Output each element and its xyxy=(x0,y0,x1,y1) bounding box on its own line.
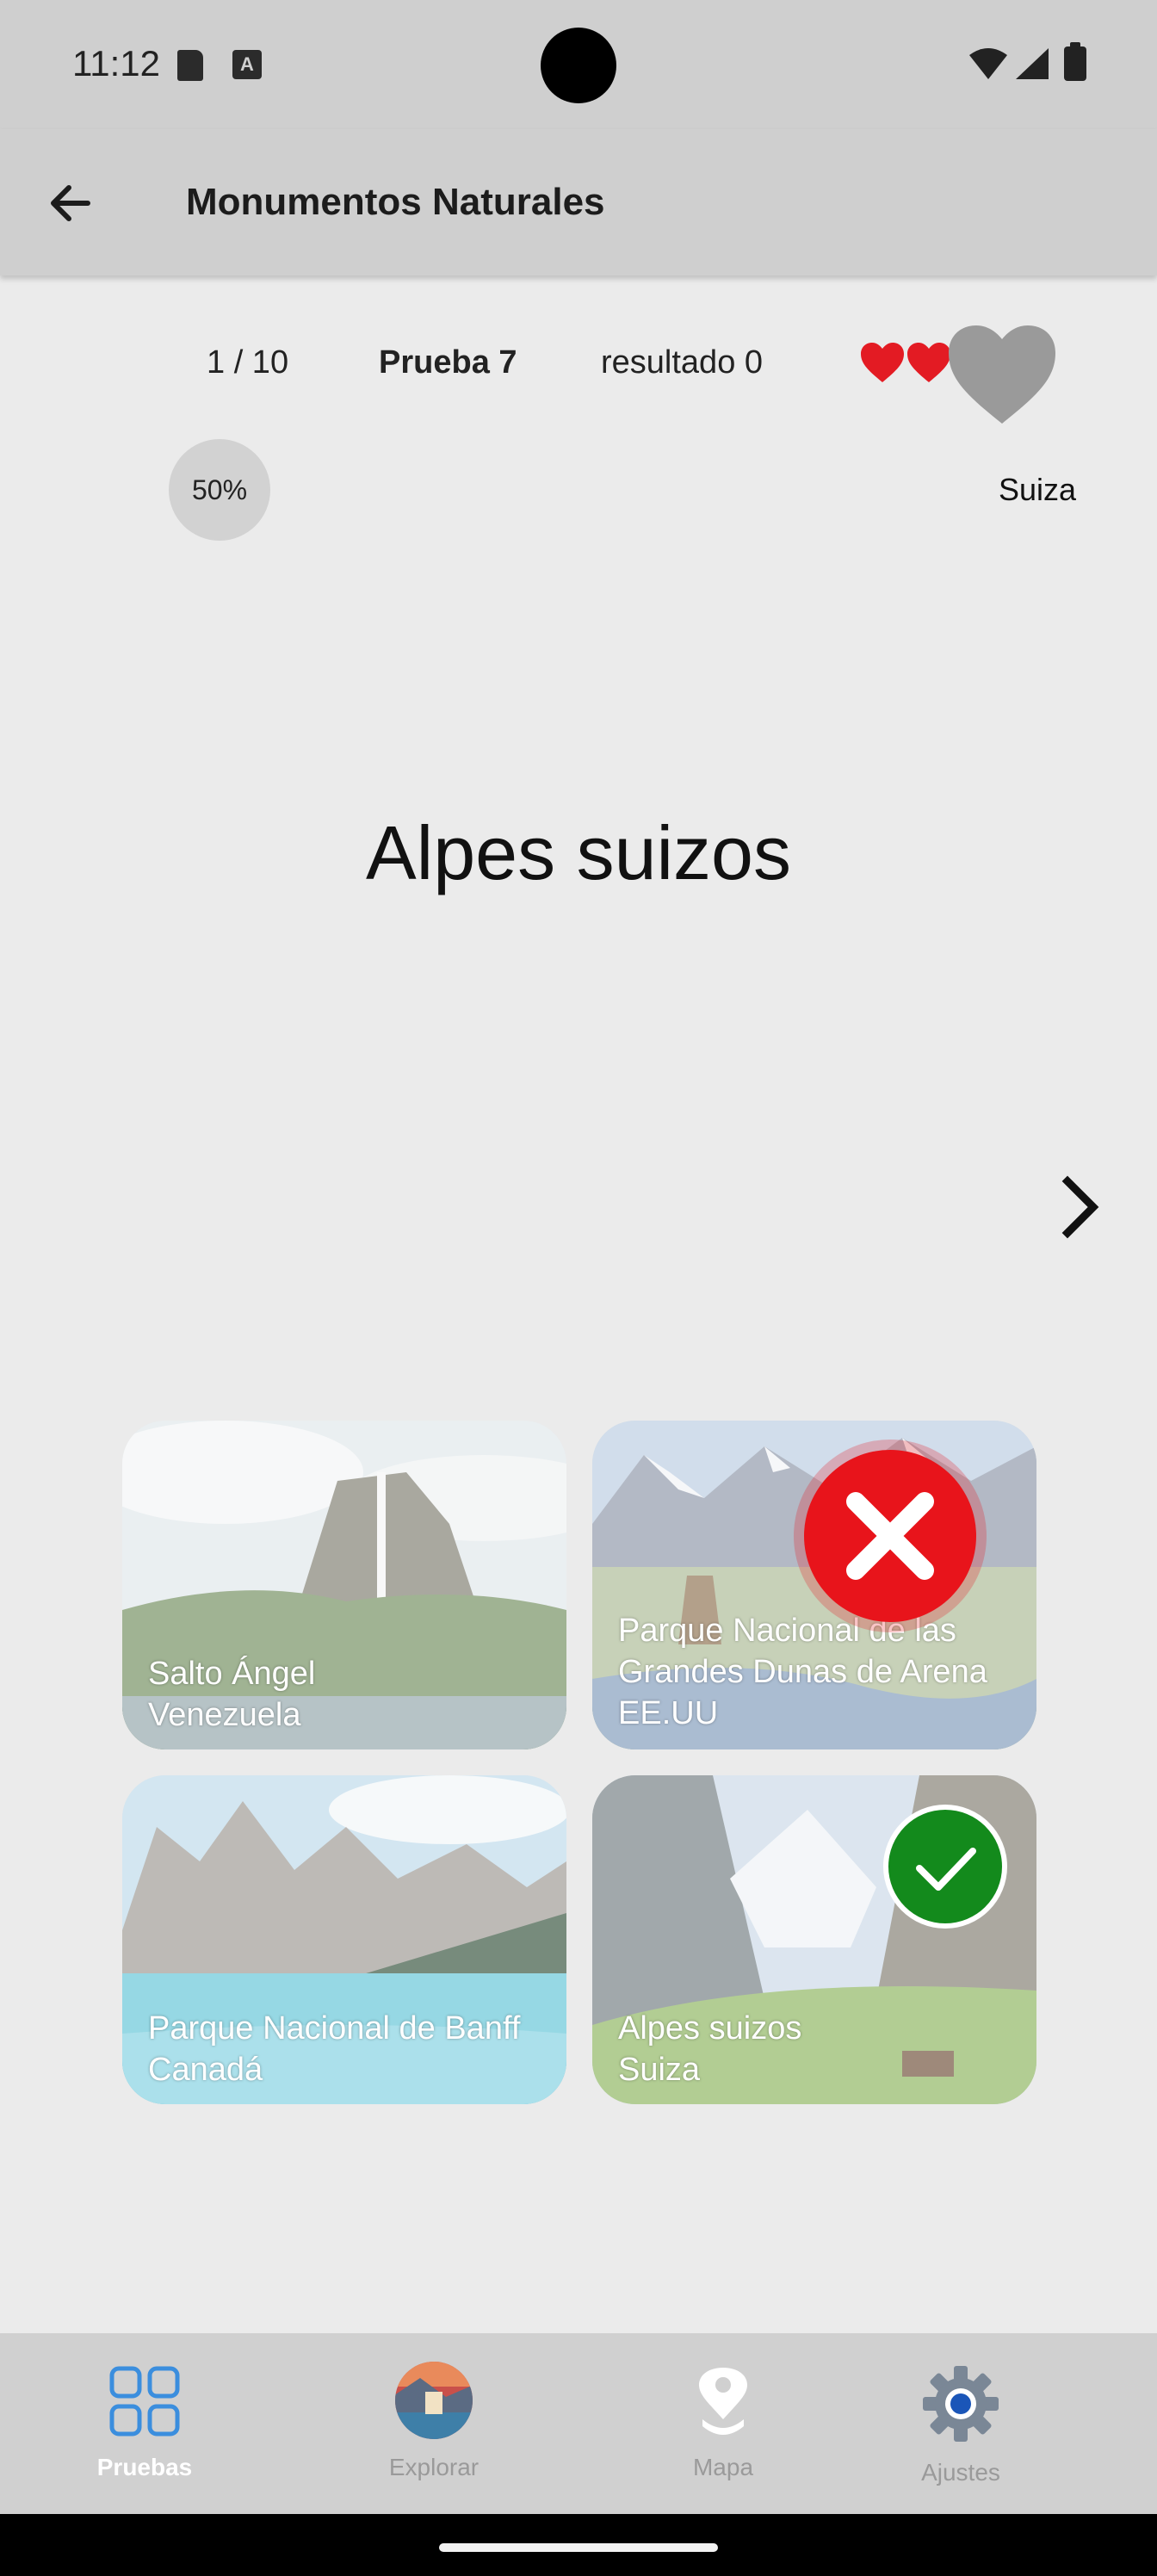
map-pin-icon xyxy=(699,2368,747,2435)
option-label: Parque Nacional de Banff xyxy=(148,2010,521,2047)
score-text: resultado 0 xyxy=(601,344,764,381)
nav-tab-ajustes[interactable]: Ajustes xyxy=(875,2333,1047,2514)
option-sublabel: Suiza xyxy=(618,2052,701,2088)
back-arrow-icon[interactable] xyxy=(40,172,102,234)
nav-label: Ajustes xyxy=(921,2459,1000,2486)
status-bar: 11:12 A xyxy=(0,0,1157,129)
question-progress: 1 / 10 xyxy=(207,344,289,381)
option-card-banff[interactable]: Parque Nacional de Banff Canadá xyxy=(122,1775,566,2104)
nav-tab-explorar[interactable]: Explorar xyxy=(348,2333,520,2514)
heart-icon xyxy=(907,343,950,382)
option-label: Alpes suizos xyxy=(618,2010,802,2047)
completion-percent-badge: 50% xyxy=(169,439,270,541)
explore-photo-icon xyxy=(395,2362,473,2439)
keyboard-a-icon: A xyxy=(232,50,262,79)
quiz-name: Prueba 7 xyxy=(379,344,517,381)
camera-cutout xyxy=(541,28,616,103)
question-title: Alpes suizos xyxy=(365,810,791,895)
option-country: EE.UU xyxy=(618,1695,719,1731)
gear-icon xyxy=(923,2366,999,2442)
signal-icon xyxy=(1016,48,1049,79)
chevron-right-icon[interactable] xyxy=(1054,1171,1109,1243)
app-bar: Monumentos Naturales xyxy=(0,129,1157,276)
status-time: 11:12 xyxy=(72,43,160,84)
nav-label: Pruebas xyxy=(96,2454,193,2480)
lost-heart-icon xyxy=(949,325,1055,424)
option-sublabel: Canadá xyxy=(148,2052,263,2088)
heart-icon xyxy=(861,343,904,382)
wrong-answer-icon xyxy=(794,1440,987,1632)
battery-icon xyxy=(1064,42,1086,81)
sd-card-icon xyxy=(177,50,203,81)
correct-answer-icon xyxy=(883,1805,1007,1929)
bottom-navigation: Pruebas Explorar Mapa Ajustes xyxy=(0,2333,1157,2514)
nav-label: Explorar xyxy=(388,2454,480,2480)
home-gesture-handle[interactable] xyxy=(439,2543,718,2552)
lives-hearts xyxy=(861,343,950,382)
wifi-icon xyxy=(969,48,1007,79)
nav-tab-pruebas[interactable]: Pruebas xyxy=(59,2333,231,2514)
option-label: Salto Ángel xyxy=(148,1656,316,1692)
nav-label: Mapa xyxy=(692,2454,754,2480)
option-card-salto-angel[interactable]: Salto Ángel Venezuela xyxy=(122,1421,566,1749)
nav-tab-mapa[interactable]: Mapa xyxy=(637,2333,809,2514)
country-label: Suiza xyxy=(999,472,1077,507)
option-sublabel: Grandes Dunas de Arena xyxy=(618,1654,987,1690)
app-title: Monumentos Naturales xyxy=(186,181,605,223)
option-sublabel: Venezuela xyxy=(148,1697,301,1733)
grid-icon xyxy=(109,2366,180,2437)
